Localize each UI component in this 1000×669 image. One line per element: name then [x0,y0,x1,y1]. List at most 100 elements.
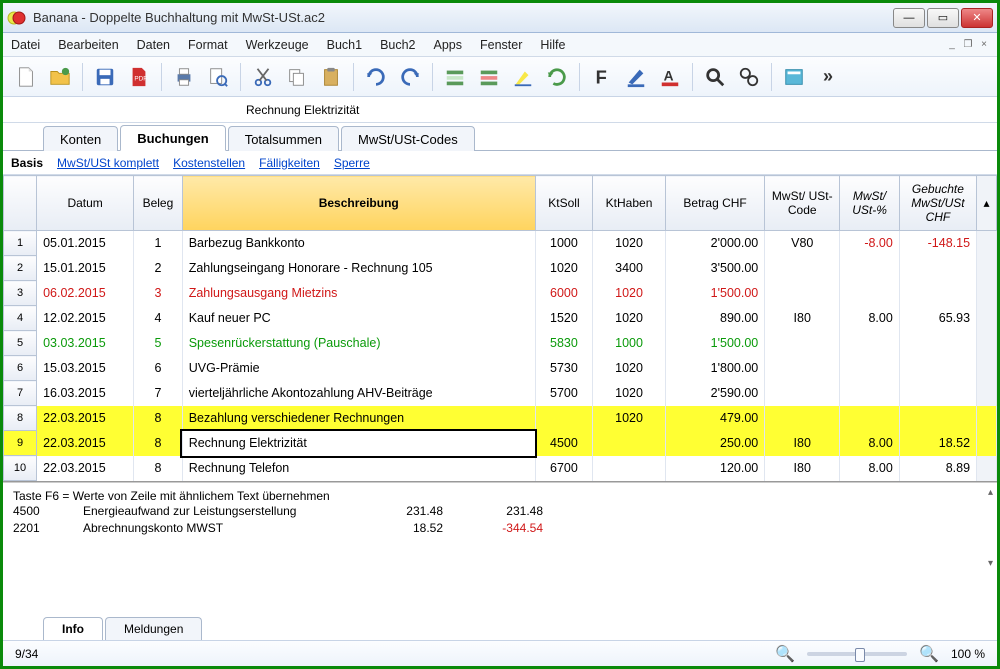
cell-kthaben[interactable]: 3400 [593,256,666,281]
table-row[interactable]: 716.03.20157vierteljährliche Akontozahlu… [4,381,997,406]
row-number[interactable]: 3 [4,281,37,306]
cell-ktsoll[interactable] [535,406,592,431]
close-button[interactable]: ✕ [961,8,993,28]
cell-gebucht[interactable]: 65.93 [899,306,976,331]
cell-gebucht[interactable] [899,381,976,406]
save-icon[interactable] [90,62,120,92]
cell-gebucht[interactable]: 8.89 [899,456,976,481]
table-row[interactable]: 822.03.20158Bezahlung verschiedener Rech… [4,406,997,431]
menu-datei[interactable]: Datei [11,38,40,52]
info-tab-meldungen[interactable]: Meldungen [105,617,202,640]
cell-betrag[interactable]: 2'590.00 [665,381,764,406]
pdf-icon[interactable]: PDF [124,62,154,92]
cell-ustcode[interactable] [765,281,840,306]
open-file-icon[interactable] [45,62,75,92]
cell-beschreibung[interactable]: Barbezug Bankkonto [182,231,535,256]
row-number[interactable]: 2 [4,256,37,281]
cell-beschreibung[interactable]: Spesenrückerstattung (Pauschale) [182,331,535,356]
cell-beleg[interactable]: 7 [134,381,183,406]
cell-kthaben[interactable]: 1020 [593,381,666,406]
row-number[interactable]: 5 [4,331,37,356]
cell-ustcode[interactable] [765,356,840,381]
mdi-minimize[interactable]: _ [945,38,959,52]
header-datum[interactable]: Datum [37,176,134,231]
table-row[interactable]: 215.01.20152Zahlungseingang Honorare - R… [4,256,997,281]
cell-datum[interactable]: 05.01.2015 [37,231,134,256]
filter-kostenstellen[interactable]: Kostenstellen [173,156,245,170]
new-file-icon[interactable] [11,62,41,92]
undo-icon[interactable] [361,62,391,92]
cell-ustpct[interactable]: -8.00 [840,231,900,256]
table-row[interactable]: 1022.03.20158Rechnung Telefon6700120.00I… [4,456,997,481]
cell-kthaben[interactable] [593,431,666,456]
cell-betrag[interactable]: 3'500.00 [665,256,764,281]
cell-datum[interactable]: 22.03.2015 [37,456,134,481]
tab-buchungen[interactable]: Buchungen [120,125,226,151]
info-tab-info[interactable]: Info [43,617,103,640]
cell-ustpct[interactable] [840,381,900,406]
cell-datum[interactable]: 03.03.2015 [37,331,134,356]
header-kthaben[interactable]: KtHaben [593,176,666,231]
cell-gebucht[interactable] [899,281,976,306]
zoom-out-icon[interactable]: 🔍 [775,644,795,664]
row-number[interactable]: 7 [4,381,37,406]
cell-beschreibung[interactable]: Kauf neuer PC [182,306,535,331]
row-number[interactable]: 8 [4,406,37,431]
find-icon[interactable] [700,62,730,92]
cell-ustcode[interactable] [765,381,840,406]
cell-ustpct[interactable] [840,331,900,356]
header-ustpct[interactable]: MwSt/ USt-% [840,176,900,231]
cell-ktsoll[interactable]: 4500 [535,431,592,456]
menu-buch2[interactable]: Buch2 [380,38,415,52]
cell-gebucht[interactable]: -148.15 [899,231,976,256]
cell-datum[interactable]: 15.01.2015 [37,256,134,281]
cell-datum[interactable]: 22.03.2015 [37,406,134,431]
cell-beleg[interactable]: 8 [134,406,183,431]
header-beschreibung[interactable]: Beschreibung [182,176,535,231]
cell-beschreibung[interactable]: Zahlungseingang Honorare - Rechnung 105 [182,256,535,281]
filter-basis[interactable]: Basis [11,156,43,170]
cell-gebucht[interactable] [899,356,976,381]
cell-gebucht[interactable] [899,406,976,431]
scroll-up-icon[interactable]: ▴ [977,176,997,231]
cell-datum[interactable]: 06.02.2015 [37,281,134,306]
copy-icon[interactable] [282,62,312,92]
cell-beleg[interactable]: 1 [134,231,183,256]
cell-kthaben[interactable] [593,456,666,481]
cell-ustcode[interactable]: I80 [765,431,840,456]
cell-kthaben[interactable]: 1020 [593,231,666,256]
filter-sperre[interactable]: Sperre [334,156,370,170]
table-row[interactable]: 615.03.20156UVG-Prämie573010201'800.00 [4,356,997,381]
insert-row-icon[interactable] [440,62,470,92]
font-color-icon[interactable]: A [655,62,685,92]
menu-bearbeiten[interactable]: Bearbeiten [58,38,118,52]
cell-ktsoll[interactable]: 1000 [535,231,592,256]
info-scroll-up-icon[interactable]: ▴ [988,487,993,498]
cell-betrag[interactable]: 479.00 [665,406,764,431]
cell-beschreibung[interactable]: Bezahlung verschiedener Rechnungen [182,406,535,431]
row-number[interactable]: 1 [4,231,37,256]
menu-werkzeuge[interactable]: Werkzeuge [246,38,309,52]
cell-ustpct[interactable] [840,256,900,281]
cell-ktsoll[interactable]: 6000 [535,281,592,306]
table-row[interactable]: 503.03.20155Spesenrückerstattung (Pausch… [4,331,997,356]
cell-beschreibung[interactable]: UVG-Prämie [182,356,535,381]
cell-ktsoll[interactable]: 1020 [535,256,592,281]
table-row[interactable]: 306.02.20153Zahlungsausgang Mietzins6000… [4,281,997,306]
cell-betrag[interactable]: 1'500.00 [665,331,764,356]
cell-ustcode[interactable] [765,406,840,431]
row-number[interactable]: 10 [4,456,37,481]
cell-betrag[interactable]: 2'000.00 [665,231,764,256]
cell-kthaben[interactable]: 1020 [593,306,666,331]
more-icon[interactable]: » [813,62,843,92]
pen-color-icon[interactable] [621,62,651,92]
cell-ktsoll[interactable]: 5730 [535,356,592,381]
cell-datum[interactable]: 15.03.2015 [37,356,134,381]
cell-gebucht[interactable] [899,256,976,281]
maximize-button[interactable]: ▭ [927,8,959,28]
cell-betrag[interactable]: 890.00 [665,306,764,331]
cell-beschreibung[interactable]: Rechnung Telefon [182,456,535,481]
cell-ktsoll[interactable]: 5700 [535,381,592,406]
mdi-close[interactable]: × [977,38,991,52]
cell-datum[interactable]: 12.02.2015 [37,306,134,331]
